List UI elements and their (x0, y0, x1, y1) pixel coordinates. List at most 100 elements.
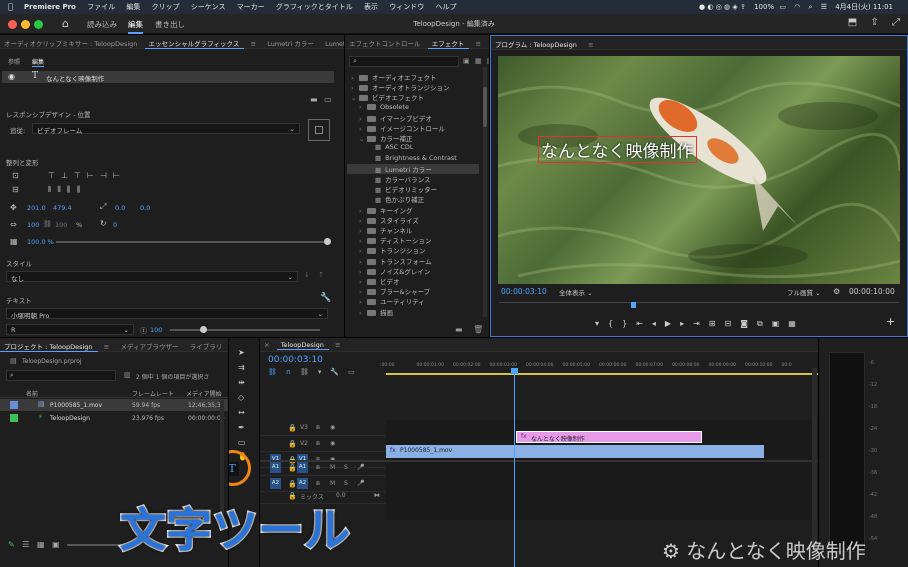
selection-tool-icon[interactable]: ➤ (238, 348, 245, 357)
video-frame[interactable]: なんとなく映像制作 (498, 56, 900, 284)
export-frame-icon[interactable]: ◙ (740, 319, 757, 328)
subtab-browse[interactable]: 参照 (8, 57, 20, 66)
opacity-slider[interactable] (56, 241, 328, 243)
distribute-h-icon[interactable]: ⫴ (48, 185, 57, 194)
scale-width-value[interactable]: 100 (27, 221, 39, 229)
effect-item[interactable]: ▩ カラーバランス (367, 174, 430, 184)
align-left-icon[interactable]: ⊤ (48, 171, 61, 180)
title-overlay-text[interactable]: なんとなく映像制作 (538, 136, 697, 163)
apple-icon[interactable]:  (8, 0, 13, 14)
table-row[interactable]: ⚡ TeloopDesign 23.976 fps 00:00:00:00 (0, 412, 228, 424)
menu-view[interactable]: 表示 (364, 0, 378, 14)
rotation-value[interactable]: 0 (113, 221, 117, 229)
lock-icon[interactable]: 🔒 (288, 480, 297, 488)
quality-select[interactable]: フル画質 ⌄ (787, 287, 821, 297)
razor-tool-icon[interactable]: ◇ (238, 393, 244, 402)
effect-folder[interactable]: › チャンネル (359, 225, 412, 235)
align-bottom-icon[interactable]: ⊢ (113, 171, 126, 180)
column-name[interactable]: 名前 (26, 389, 38, 398)
sync-lock-icon[interactable]: ⧈ (316, 424, 320, 432)
timeline-timecode[interactable]: 00:00:03:10 (268, 355, 323, 365)
chevron-right-icon[interactable]: › (359, 125, 367, 133)
step-back-icon[interactable]: ◂ (652, 319, 665, 328)
effect-folder[interactable]: ⌄ ビデオエフェクト (351, 92, 424, 102)
multicam-icon[interactable]: ▣ (772, 319, 789, 328)
panel-menu-icon[interactable]: ≡ (247, 37, 261, 48)
table-row[interactable]: ▤ P1000585_1.mov 59.94 fps 12;46;35;38 (0, 399, 228, 411)
align-top-icon[interactable]: ⊢ (87, 171, 100, 180)
track-select-tool-icon[interactable]: ⇉ (238, 363, 245, 372)
lift-icon[interactable]: ⊞ (709, 319, 725, 328)
effect-folder[interactable]: › トランジション (359, 245, 426, 255)
play-icon[interactable]: ▶ (665, 319, 680, 328)
pin-to-edges-icon[interactable] (308, 119, 330, 141)
panel-menu-icon[interactable]: ≡ (100, 340, 114, 351)
chevron-right-icon[interactable]: › (359, 268, 367, 276)
search-icon[interactable]: ⌕ (809, 0, 813, 14)
effect-folder[interactable]: › スタイライズ (359, 215, 419, 225)
snap-icon[interactable]: ∩ (286, 368, 300, 376)
mix-end-icon[interactable]: ⧓ (374, 492, 380, 499)
distribute-space-v-icon[interactable]: ⫼ (76, 185, 86, 194)
position-x-value[interactable]: 201.0 (27, 204, 46, 212)
sync-style-icon[interactable]: ↑ (318, 271, 324, 279)
fit-select[interactable]: 全体表示 ⌄ (559, 287, 593, 297)
new-layer-group-icon[interactable]: ▬ (310, 95, 318, 104)
font-style-select[interactable]: R ⌄ (6, 324, 134, 335)
project-search-input[interactable]: ⌕ (6, 370, 116, 381)
menu-sequence[interactable]: シーケンス (191, 0, 226, 14)
wrench-icon[interactable]: 🔧 (320, 293, 331, 303)
effect-folder[interactable]: › ユーティリティ (359, 296, 425, 306)
push-style-icon[interactable]: ↓ (304, 271, 310, 279)
panel-menu-icon[interactable]: ≡ (584, 38, 598, 49)
menu-help[interactable]: ヘルプ (436, 0, 457, 14)
share-icon[interactable]: ⇪ (870, 17, 878, 28)
chevron-down-icon[interactable]: ⌄ (351, 94, 359, 102)
list-view-icon[interactable]: ☰ (22, 540, 29, 549)
opacity-slider-handle[interactable] (324, 238, 331, 245)
tab-sequence[interactable]: TeloopDesign (276, 338, 329, 350)
monitor-scrubber[interactable] (499, 302, 899, 310)
effect-item[interactable]: ▩ ビデオリミッター (367, 184, 437, 194)
chevron-right-icon[interactable]: › (359, 237, 367, 245)
chevron-right-icon[interactable]: › (359, 309, 367, 317)
align-right-icon[interactable]: ⊤ (74, 171, 87, 180)
type-tool-icon[interactable]: T (229, 462, 239, 476)
chevron-right-icon[interactable]: › (359, 217, 367, 225)
close-icon[interactable]: × (260, 338, 274, 349)
chevron-down-icon[interactable]: ⌄ (359, 135, 367, 143)
panel-menu-icon[interactable]: ≡ (471, 37, 485, 48)
mute-button[interactable]: M (330, 480, 335, 487)
align-to-video-icon[interactable]: ⊡ (12, 171, 19, 180)
pencil-icon[interactable]: ✎ (8, 540, 15, 549)
panel-menu-icon[interactable]: ≡ (331, 338, 345, 349)
settings-icon[interactable]: ⚙ (833, 287, 840, 296)
add-marker-icon[interactable]: ▾ (595, 319, 608, 328)
microphone-icon[interactable]: 🎤 (357, 480, 364, 487)
anchor-y-value[interactable]: 0.0 (140, 204, 150, 212)
playhead[interactable] (514, 368, 515, 567)
chevron-right-icon[interactable]: › (359, 227, 367, 235)
go-to-in-icon[interactable]: ⇤ (636, 319, 652, 328)
effect-folder[interactable]: › オーディオトランジション (351, 82, 450, 92)
effect-item[interactable]: ▩ Brightness & Contrast (367, 154, 457, 162)
step-forward-icon[interactable]: ▸ (680, 319, 693, 328)
bin-icon[interactable]: ▥ (124, 371, 131, 379)
effect-folder[interactable]: › キーイング (359, 205, 413, 215)
new-bin-icon[interactable]: ▬ (455, 325, 463, 334)
align-selection-icon[interactable]: ⊟ (12, 185, 19, 194)
effect-folder[interactable]: › トランスフォーム (359, 256, 432, 266)
chevron-right-icon[interactable]: › (359, 207, 367, 215)
lock-icon[interactable]: 🔒 (288, 424, 297, 432)
effect-folder[interactable]: › イメージコントロール (359, 123, 445, 133)
tab-project[interactable]: プロジェクト : TeloopDesign (0, 338, 98, 352)
font-size-value[interactable]: 100 (150, 326, 162, 334)
column-frame-rate[interactable]: フレームレート (132, 389, 174, 398)
menu-marker[interactable]: マーカー (237, 0, 265, 14)
effect-folder[interactable]: ⌄ カラー補正 (359, 133, 413, 143)
tab-libraries[interactable]: ライブラリ (186, 338, 228, 351)
tab-audio-clip-mixer[interactable]: オーディオクリップミキサー : TeloopDesign (0, 35, 142, 48)
font-size-slider[interactable] (170, 329, 320, 331)
follow-select[interactable]: ビデオフレーム ⌄ (32, 123, 300, 135)
chevron-right-icon[interactable]: › (351, 84, 359, 92)
